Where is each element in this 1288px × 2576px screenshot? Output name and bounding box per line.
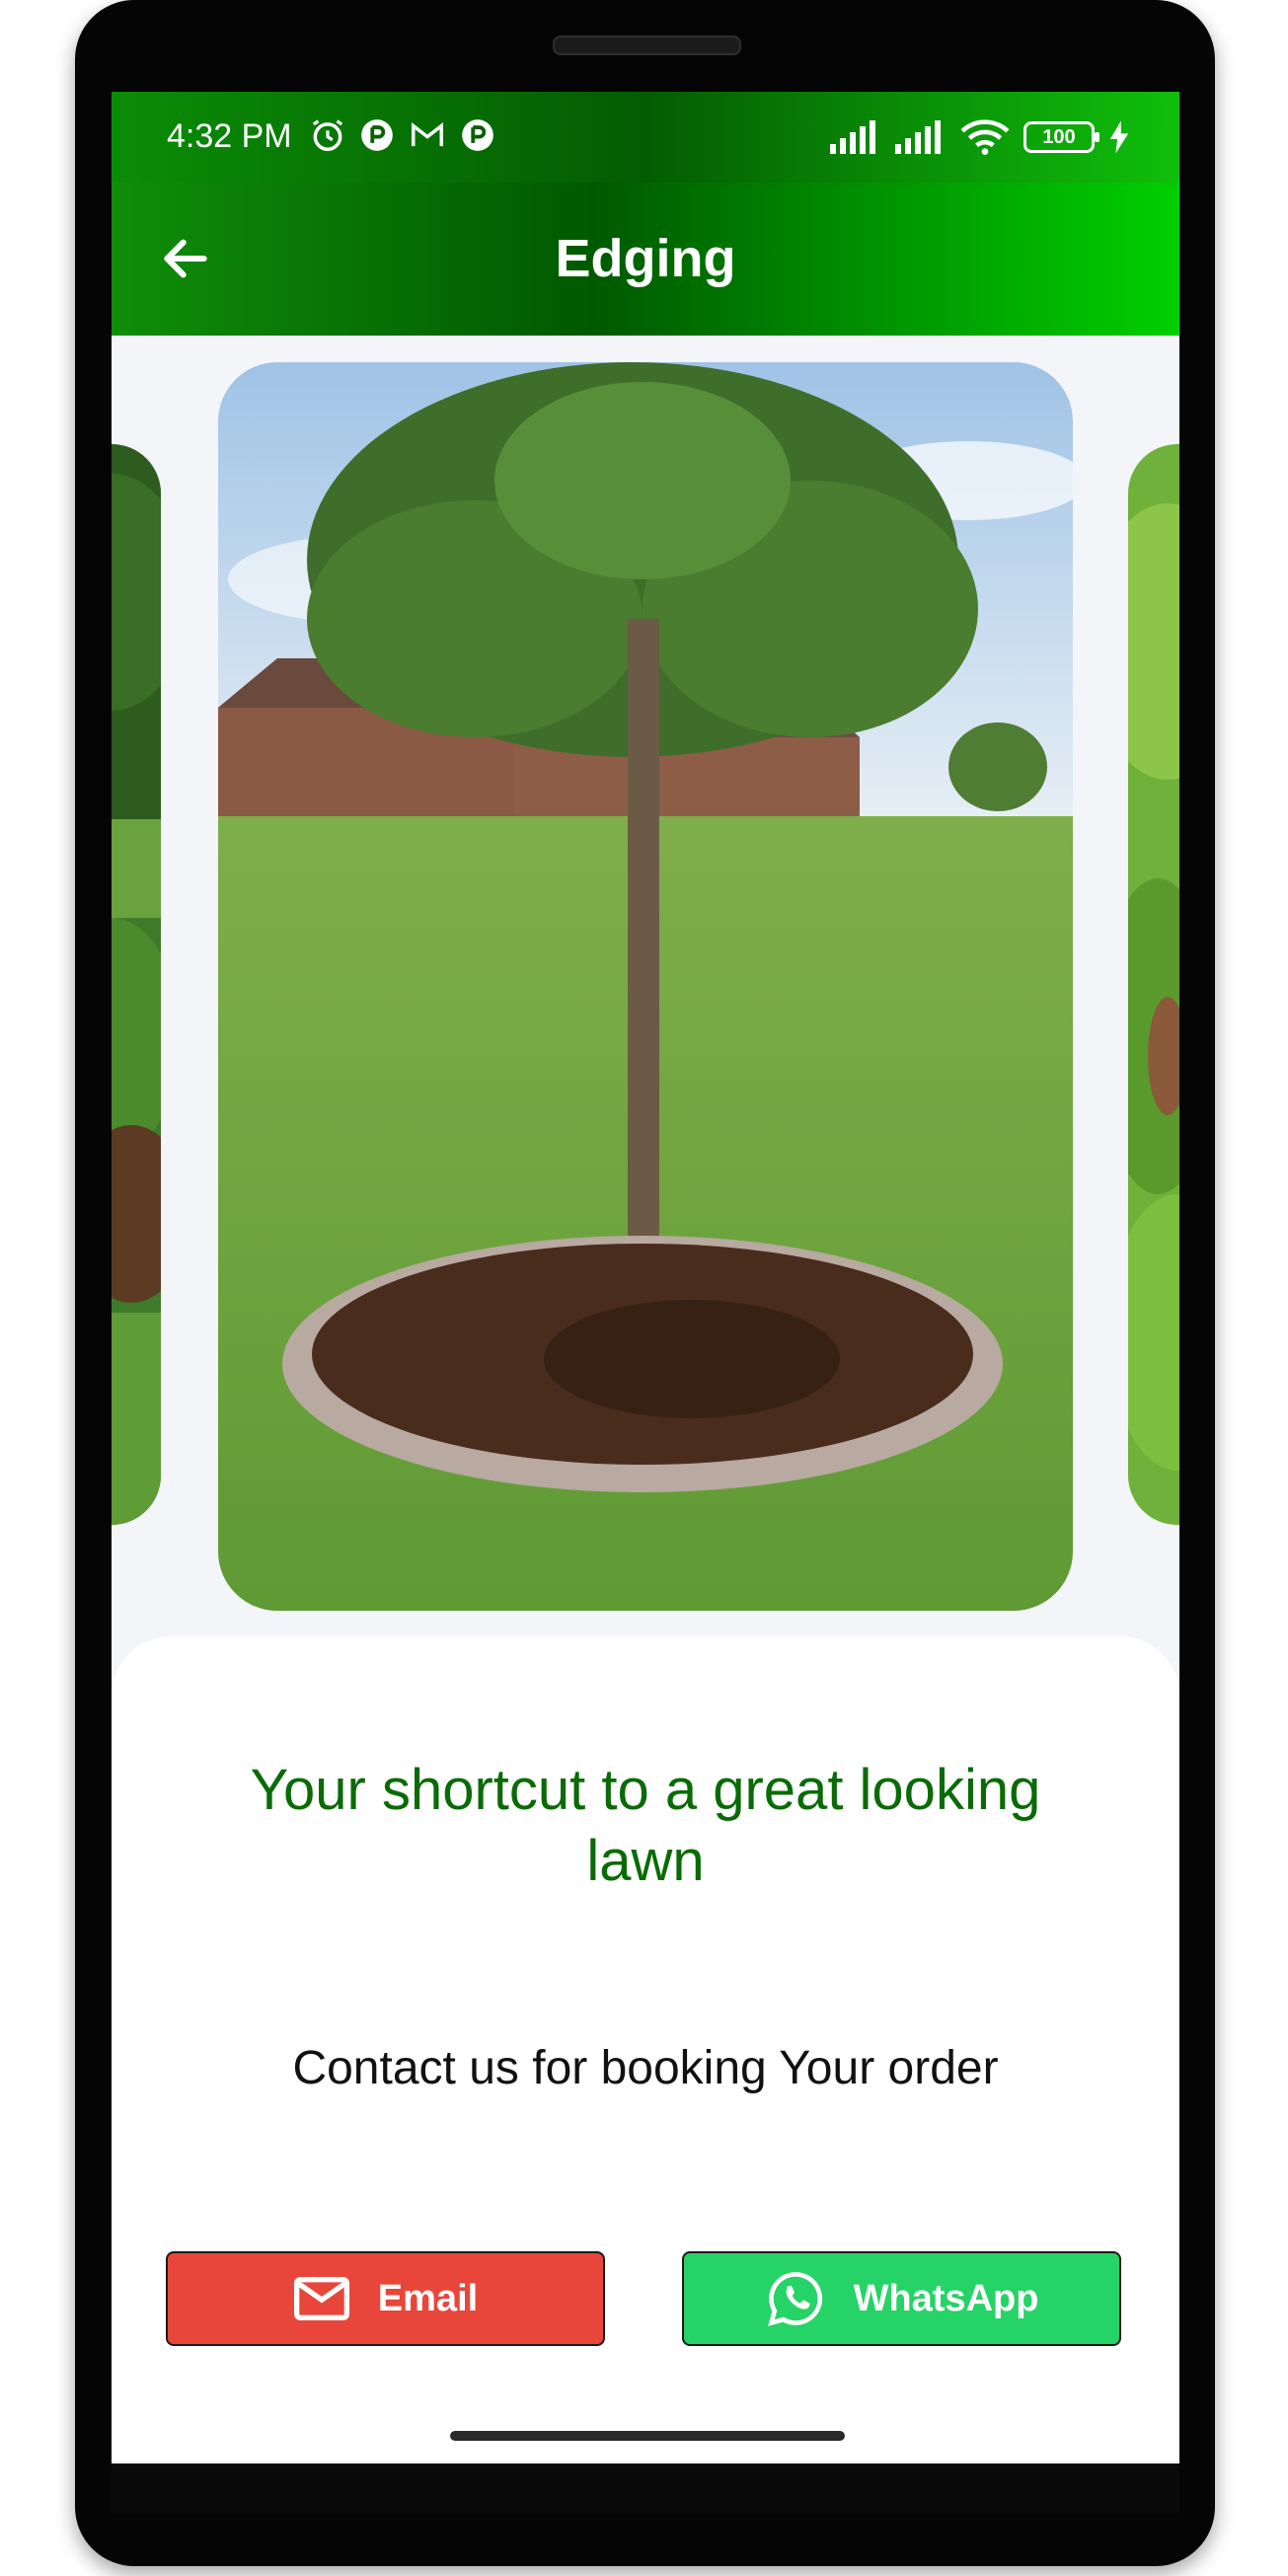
app-bar: Edging	[112, 183, 1179, 336]
battery-level: 100	[1042, 125, 1076, 148]
whatsapp-button[interactable]: WhatsApp	[682, 2251, 1121, 2346]
email-icon	[293, 2277, 349, 2320]
garden-photo-left	[112, 444, 161, 1525]
gmail-icon	[412, 121, 443, 147]
page-title: Edging	[555, 229, 736, 288]
carousel-card-next[interactable]	[1128, 444, 1179, 1525]
status-system-icons: 100	[830, 114, 1130, 161]
app-screen: 4:32 PM 100 Edging Your shortcut to a gr…	[112, 92, 1179, 2463]
back-arrow-icon	[164, 239, 207, 278]
status-bar: 4:32 PM 100	[112, 92, 1179, 183]
contact-text: Contact us for booking Your order	[292, 2042, 999, 2094]
battery-icon: 100	[1023, 121, 1099, 153]
image-carousel[interactable]	[112, 336, 1179, 1717]
whatsapp-icon	[767, 2272, 822, 2326]
wifi-icon	[960, 119, 1010, 155]
info-panel: Your shortcut to a great looking lawn Co…	[112, 1636, 1179, 2463]
tagline: Your shortcut to a great looking lawn	[250, 1758, 1041, 1893]
back-button[interactable]	[151, 224, 220, 293]
carousel-card-previous[interactable]	[112, 444, 161, 1525]
phone-frame: 4:32 PM 100 Edging Your shortcut to a gr…	[75, 0, 1215, 2566]
email-button-label: Email	[377, 2277, 479, 2319]
whatsapp-button-label: WhatsApp	[853, 2277, 1039, 2319]
alarm-icon	[312, 119, 343, 151]
carousel-card-current[interactable]	[218, 362, 1073, 1611]
home-indicator[interactable]	[450, 2431, 845, 2441]
notification-p-icon	[361, 119, 393, 151]
signal-icon	[830, 120, 875, 154]
signal-2-icon	[895, 120, 941, 154]
garden-photo-right	[1128, 444, 1179, 1525]
charging-icon	[1109, 120, 1129, 154]
earpiece-speaker	[553, 36, 741, 55]
status-notification-icons	[309, 112, 496, 159]
notification-p2-icon	[462, 119, 493, 151]
status-time: 4:32 PM	[167, 117, 292, 155]
phone-bottom-bezel	[112, 2463, 1179, 2513]
email-button[interactable]: Email	[166, 2251, 605, 2346]
tree-with-concrete-edging-photo	[218, 362, 1073, 1611]
